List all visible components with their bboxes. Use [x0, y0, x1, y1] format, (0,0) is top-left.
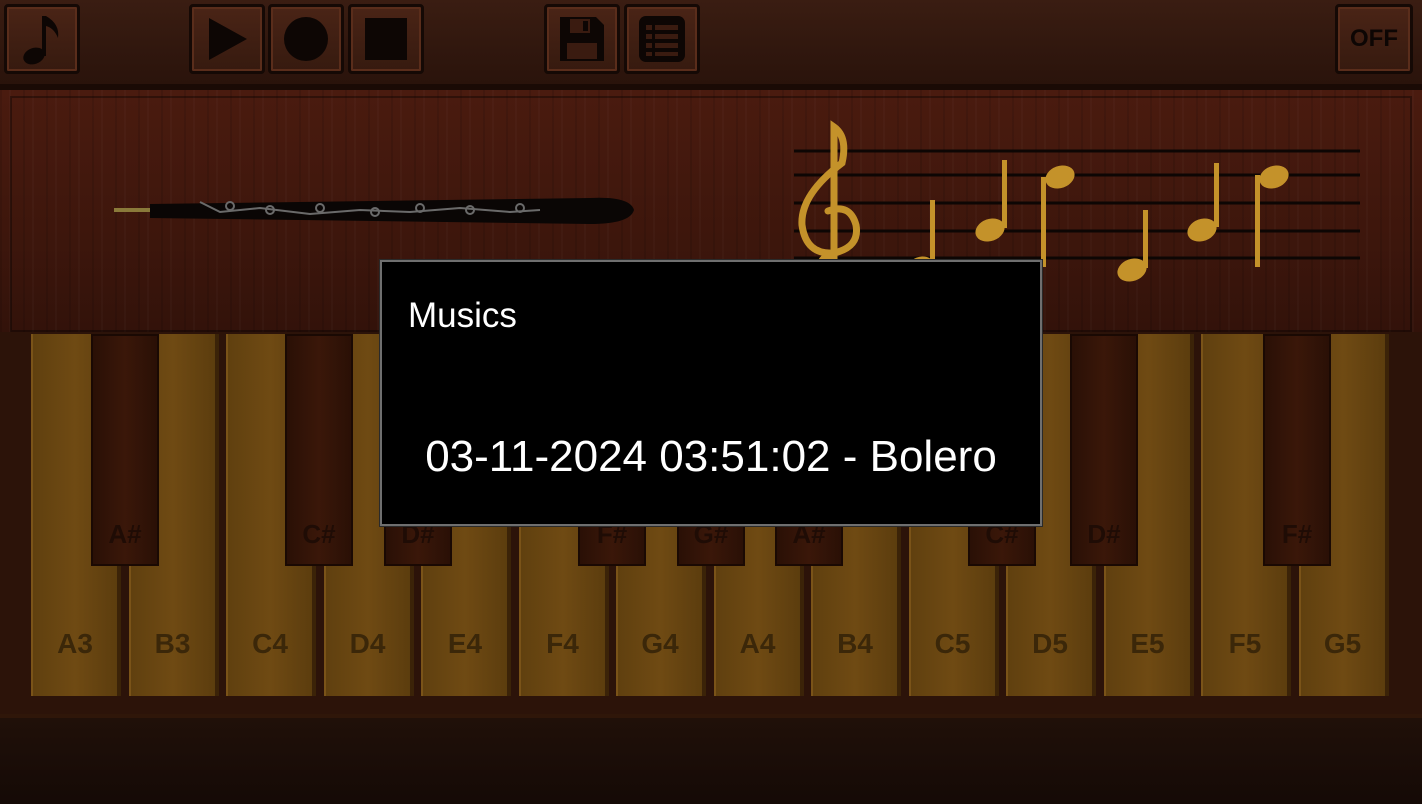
stop-button[interactable]	[348, 4, 424, 74]
key-label: A#	[108, 519, 142, 549]
key-label: C#	[302, 519, 336, 549]
floppy-disk-icon	[560, 17, 604, 61]
black-key[interactable]: D#	[1070, 334, 1138, 566]
record-icon	[284, 17, 328, 61]
key-label: B3	[154, 628, 191, 659]
off-button[interactable]: OFF	[1335, 4, 1413, 74]
music-list-item[interactable]: 03-11-2024 03:51:02 - Bolero	[382, 412, 1040, 502]
list-icon	[639, 16, 685, 62]
dialog-title: Musics	[408, 296, 517, 335]
save-button[interactable]	[544, 4, 620, 74]
music-note-icon	[23, 16, 59, 65]
oboe-icon	[114, 197, 634, 224]
toolbar: OFF	[0, 0, 1422, 87]
black-key[interactable]: F#	[1263, 334, 1331, 566]
stop-icon	[365, 18, 407, 60]
key-label: A4	[739, 628, 776, 659]
key-label: E5	[1130, 628, 1165, 659]
key-label: C4	[252, 628, 288, 659]
black-key[interactable]: A#	[91, 334, 159, 566]
key-label: B4	[837, 628, 873, 659]
key-label: F4	[546, 628, 579, 659]
key-label: D5	[1032, 628, 1068, 659]
key-label: F5	[1228, 628, 1262, 659]
play-button[interactable]	[189, 4, 265, 74]
list-button[interactable]	[624, 4, 700, 74]
key-label: D4	[349, 628, 386, 659]
bottom-strip	[0, 714, 1422, 804]
music-item-label: 03-11-2024 03:51:02 - Bolero	[425, 432, 997, 481]
black-key[interactable]: C#	[285, 334, 353, 566]
music-note-button[interactable]	[4, 4, 80, 74]
key-label: G5	[1323, 628, 1362, 659]
off-label: OFF	[1350, 25, 1398, 52]
key-label: D#	[1087, 519, 1121, 549]
key-label: C5	[934, 628, 971, 659]
key-label: A3	[57, 628, 93, 659]
play-icon	[209, 18, 247, 60]
key-label: E4	[447, 628, 483, 659]
record-button[interactable]	[268, 4, 344, 74]
key-label: G4	[641, 628, 679, 659]
key-label: F#	[1281, 519, 1313, 549]
musics-dialog: Musics 03-11-2024 03:51:02 - Bolero	[380, 260, 1042, 526]
